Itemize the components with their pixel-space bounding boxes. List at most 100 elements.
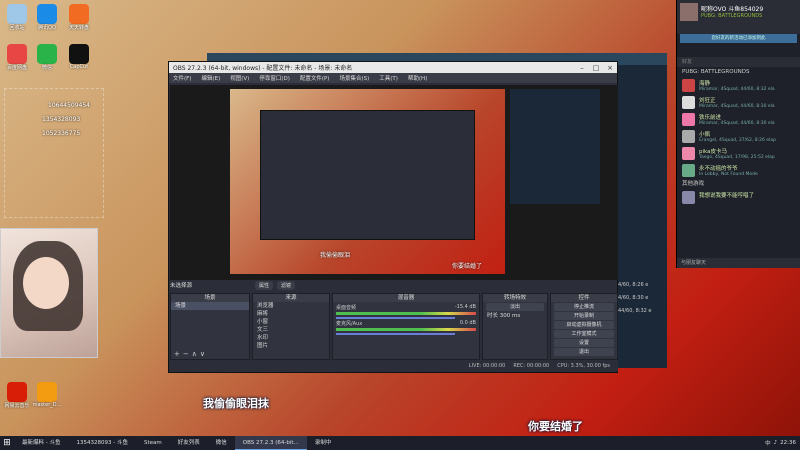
avatar[interactable]: [680, 3, 698, 21]
friends-search-input[interactable]: 好友: [677, 57, 800, 67]
virtual-camera-button[interactable]: 启动虚拟摄像机: [554, 321, 614, 329]
source-item[interactable]: 麻将: [253, 310, 329, 318]
channel-db: -15.4 dB: [454, 304, 476, 310]
taskbar-item[interactable]: 1354328093 - 斗鱼: [68, 436, 135, 450]
source-item[interactable]: 浏览器: [253, 302, 329, 310]
source-item[interactable]: 水印: [253, 334, 329, 342]
desktop-icon-baidu[interactable]: 百度网盘: [2, 44, 32, 71]
avatar: [682, 96, 695, 109]
volume-icon[interactable]: ♪: [774, 440, 778, 446]
channel-db: 0.0 dB: [459, 320, 476, 326]
close-icon[interactable]: ×: [603, 64, 617, 72]
scene-controls[interactable]: +−∧∨: [174, 350, 208, 358]
friend-item[interactable]: 海静 Miramar, 4Squad, 44/60, 8:32 ela: [677, 77, 800, 94]
taskbar-item-obs[interactable]: OBS 27.2.3 (64-bit...: [234, 436, 307, 450]
music-icon: [7, 382, 27, 402]
source-toolbar: 属性 滤镜: [255, 281, 296, 290]
source-item[interactable]: 图片: [253, 342, 329, 350]
preview-friend-list: [510, 89, 600, 204]
taskbar-item[interactable]: Steam: [136, 436, 170, 450]
desktop-icon-wechat[interactable]: 微信: [32, 44, 62, 71]
obs-title: OBS 27.2.3 (64-bit, windows) - 配置文件: 未命名…: [173, 65, 353, 72]
menu-profile[interactable]: 配置文件(P): [300, 74, 330, 82]
desktop-icon-qq[interactable]: 腾讯QQ: [32, 4, 62, 31]
cpu-fps: CPU: 3.3%, 30.00 fps: [557, 362, 610, 369]
taskbar-item[interactable]: 好友列表: [170, 436, 208, 450]
steam-friends-panel[interactable]: 昵称OVO 斗鱼854029 PUBG: BATTLEGROUNDS 您好友的新…: [676, 0, 800, 268]
desktop-icon-lottery[interactable]: 天天转盘: [64, 4, 94, 31]
menu-scene-collection[interactable]: 场景集合(S): [339, 74, 369, 82]
cloud-drive-icon: [7, 44, 27, 64]
webcam-face: [23, 257, 69, 309]
friend-item[interactable]: 铁乐前进 Miramar, 4Squad, 44/60, 8:30 ela: [677, 111, 800, 128]
friends-banner[interactable]: 您好友的新活动已添加到此: [680, 34, 797, 43]
app-icon: [69, 4, 89, 24]
properties-button[interactable]: 属性: [255, 281, 274, 290]
settings-button[interactable]: 设置: [554, 339, 614, 347]
minimize-icon[interactable]: –: [575, 64, 589, 72]
transitions-header: 转场特效: [483, 294, 547, 302]
stop-streaming-button[interactable]: 停止推流: [554, 303, 614, 311]
app-icon: [37, 382, 57, 402]
clock[interactable]: 22:36: [780, 440, 796, 446]
obs-statusbar: LIVE: 00:00:00 REC: 00:00:00 CPU: 3.3%, …: [170, 360, 618, 371]
desktop-icon-grid: [4, 88, 104, 218]
no-source-label: 未选择源: [170, 283, 193, 289]
volume-meter: [336, 328, 476, 331]
menu-tools[interactable]: 工具(T): [379, 74, 398, 82]
volume-slider[interactable]: [336, 333, 455, 335]
friends-group-label[interactable]: PUBG: BATTLEGROUNDS: [677, 67, 800, 77]
friend-name: 刘狂正: [699, 98, 716, 104]
obs-window[interactable]: OBS 27.2.3 (64-bit, windows) - 配置文件: 未命名…: [168, 61, 618, 373]
duration-label: 时长: [487, 313, 499, 319]
desktop-icon-recycle[interactable]: 回收站: [2, 4, 32, 31]
live-time: LIVE: 00:00:00: [468, 362, 506, 369]
start-recording-button[interactable]: 开始录制: [554, 312, 614, 320]
scene-item[interactable]: 场景: [171, 302, 249, 310]
maximize-icon[interactable]: □: [589, 64, 603, 72]
obs-titlebar[interactable]: OBS 27.2.3 (64-bit, windows) - 配置文件: 未命名…: [169, 62, 617, 73]
subtitle-left: 我偷偷眼泪抹: [203, 397, 269, 410]
user-game: PUBG: BATTLEGROUNDS: [701, 13, 763, 19]
preview-caption: 我偷偷眼泪: [320, 252, 351, 259]
friend-name: 永不动摇的爷爷: [699, 166, 738, 172]
menu-file[interactable]: 文件(F): [173, 74, 191, 82]
studio-mode-button[interactable]: 工作室模式: [554, 330, 614, 338]
recycle-bin-icon: [7, 4, 27, 24]
desktop-icon-label: 微信: [41, 65, 52, 71]
desktop-icon-label: 回收站: [9, 25, 25, 31]
desktop-icon-music[interactable]: 网易云音乐: [2, 382, 32, 409]
history-item: 4/60, 8:30 e: [618, 295, 649, 301]
obs-menubar: 文件(F) 编辑(E) 视图(V) 停靠窗口(D) 配置文件(P) 场景集合(S…: [169, 73, 617, 83]
transition-select[interactable]: 淡出: [486, 303, 544, 311]
ime-icon[interactable]: 中: [765, 439, 771, 447]
mixer-header: 混音器: [333, 294, 479, 302]
friend-item[interactable]: 小佩 Erangel, 4Squad, 27/62, 8:26 elap: [677, 128, 800, 145]
desktop-icon-capcut[interactable]: CapCut: [64, 44, 94, 70]
friend-item[interactable]: pika皮卡马 Taego, 4Squad, 17/98, 25:52 elap: [677, 145, 800, 162]
duration-input[interactable]: 300 ms: [500, 313, 520, 319]
source-item[interactable]: 文三: [253, 326, 329, 334]
menu-edit[interactable]: 编辑(E): [201, 74, 220, 82]
windows-start-icon[interactable]: ⊞: [0, 436, 14, 450]
friend-item[interactable]: 永不动摇的爷爷 In Lobby, Not Found Mode: [677, 162, 800, 179]
menu-view[interactable]: 视图(V): [230, 74, 249, 82]
obs-preview[interactable]: 我偷偷眼泪 你要结婚了: [170, 85, 618, 280]
friend-item[interactable]: 我想说我要不能哼唱了: [677, 189, 800, 206]
wechat-icon: [37, 44, 57, 64]
friends-chat-footer[interactable]: 与朋友聊天: [677, 258, 800, 268]
filters-button[interactable]: 滤镜: [277, 281, 296, 290]
friends-group-label[interactable]: 其他游戏: [677, 179, 800, 189]
exit-button[interactable]: 退出: [554, 348, 614, 356]
taskbar-item[interactable]: 录制中: [307, 436, 340, 450]
friend-item[interactable]: 刘狂正 Miramar, 4Squad, 44/60, 8:30 ela: [677, 94, 800, 111]
menu-help[interactable]: 帮助(H): [408, 74, 427, 82]
preview-caption: 你要结婚了: [452, 263, 483, 270]
taskbar-item[interactable]: 微信: [208, 436, 235, 450]
friend-status: Miramar, 4Squad, 44/60, 8:32 ela: [699, 87, 775, 92]
capcut-icon: [69, 44, 89, 64]
menu-docks[interactable]: 停靠窗口(D): [259, 74, 290, 82]
source-item[interactable]: 小窗: [253, 318, 329, 326]
desktop-icon-master[interactable]: master_D...: [32, 382, 62, 408]
taskbar-item[interactable]: 最新爆料 - 斗鱼: [14, 436, 68, 450]
